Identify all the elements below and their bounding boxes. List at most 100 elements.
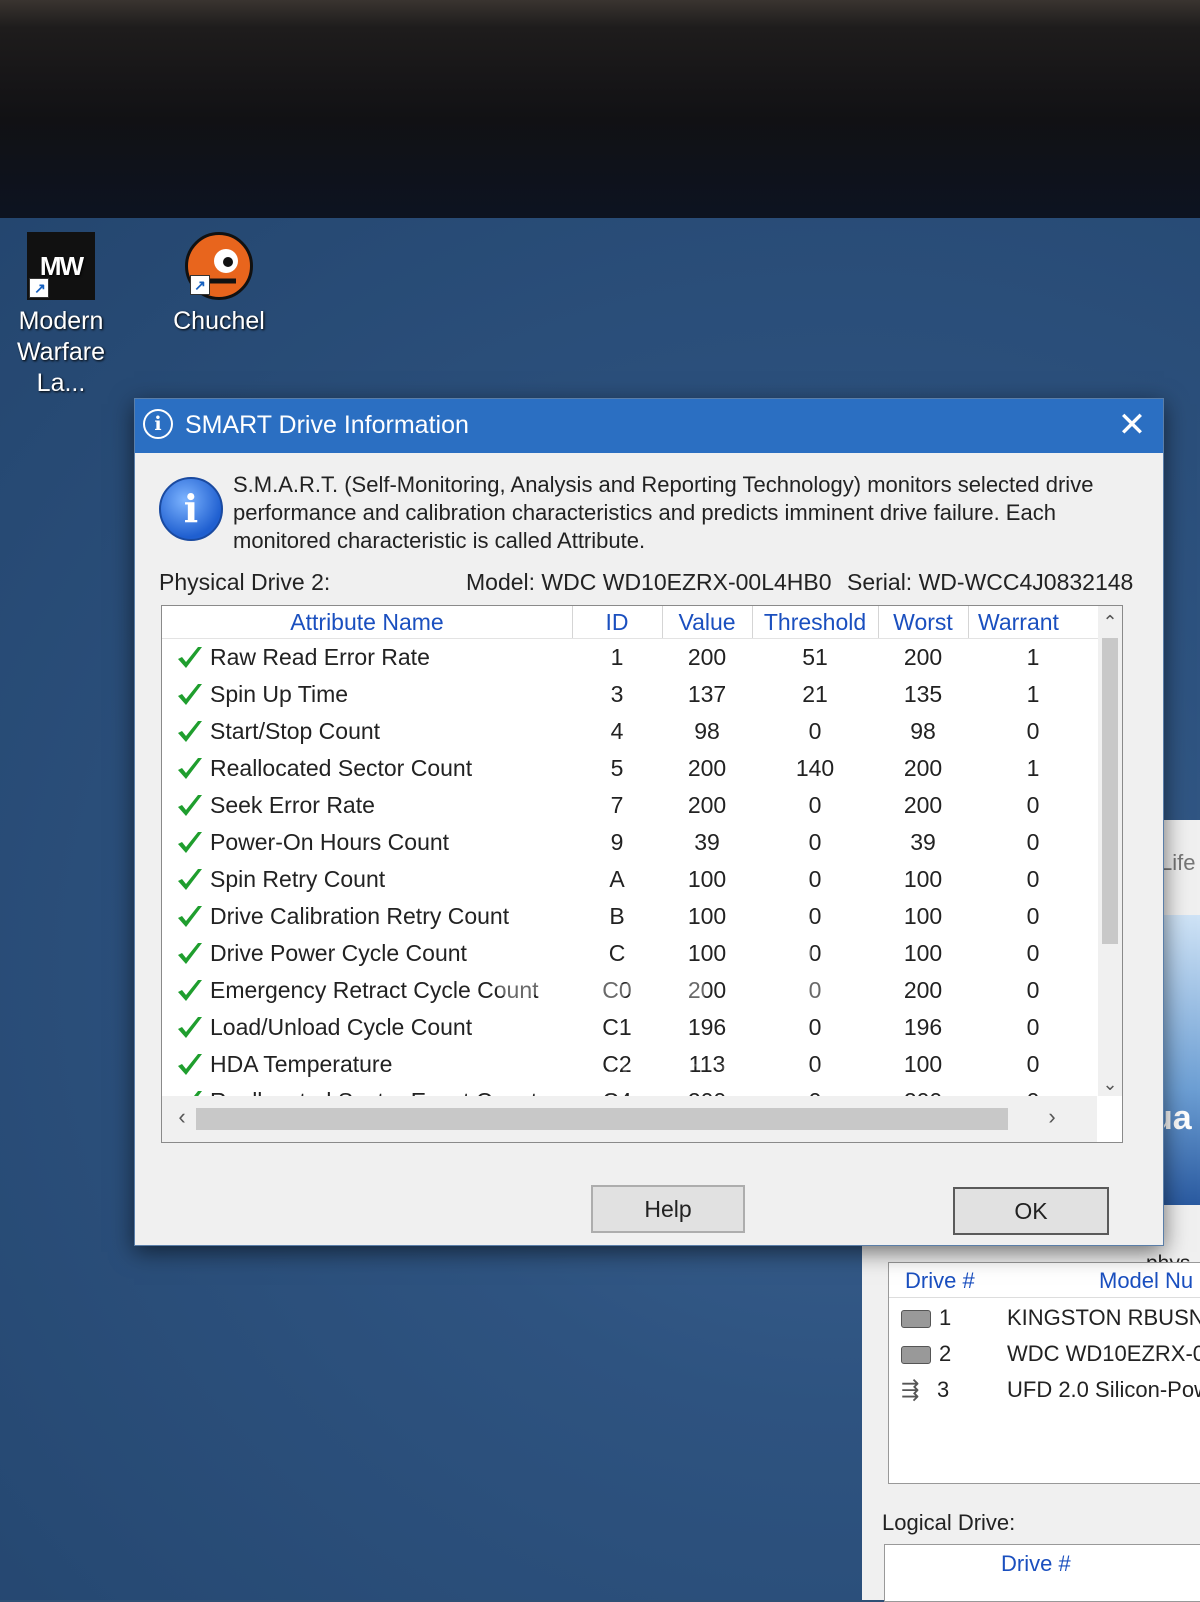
drive-serial: Serial: WD-WCC4J0832148 [847, 569, 1134, 595]
cell-attribute-name: Reallocated Sector Event Count [210, 1088, 537, 1096]
cell-value: 137 [687, 681, 727, 707]
desktop-icon-label: Chuchel [173, 307, 265, 335]
cell-warranty: 1 [1026, 681, 1040, 707]
cell-id: 9 [610, 829, 624, 855]
desktop-icon-chuchel[interactable]: ↗ Chuchel [154, 232, 284, 337]
list-item[interactable]: 1 KINGSTON RBUSN [889, 1301, 1200, 1335]
cell-id: 5 [610, 755, 624, 781]
column-drive-number[interactable]: Drive # [905, 1268, 975, 1294]
column-attribute-name[interactable]: Attribute Name [162, 606, 573, 638]
cell-id: 3 [610, 681, 624, 707]
check-icon [178, 943, 202, 964]
logical-drive-list[interactable]: Drive # [884, 1544, 1200, 1602]
cell-worst: 200 [903, 755, 943, 781]
cell-value: 200 [687, 644, 727, 670]
cell-warranty: 0 [1026, 1014, 1040, 1040]
check-icon [178, 1017, 202, 1038]
check-icon [178, 647, 202, 668]
column-value[interactable]: Value [662, 606, 753, 638]
attribute-row[interactable]: Reallocated Sector Count 5 200 140 200 1 [162, 751, 1097, 788]
usb-icon: ⇶ [901, 1377, 920, 1402]
shortcut-arrow-icon: ↗ [190, 275, 210, 295]
list-item[interactable]: 2 WDC WD10EZRX-0 [889, 1337, 1200, 1371]
attribute-list-header: Attribute Name ID Value Threshold Worst … [162, 606, 1122, 639]
logical-drive-label: Logical Drive: [882, 1510, 1016, 1535]
cell-value: 200 [687, 792, 727, 818]
cell-warranty: 0 [968, 1088, 1097, 1096]
list-item[interactable]: ⇶ 3 UFD 2.0 Silicon-Pow [889, 1373, 1200, 1407]
background-life-text: Life [1160, 850, 1196, 875]
attribute-row[interactable]: Start/Stop Count 4 98 0 98 0 [162, 714, 1097, 751]
help-button[interactable]: Help [591, 1185, 745, 1233]
watermark: au.ru [490, 862, 877, 1030]
column-warranty[interactable]: Warrant [968, 606, 1078, 638]
mw-app-icon: MW ↗ [27, 232, 95, 300]
check-icon [178, 906, 202, 927]
scroll-left-icon[interactable]: ‹ [170, 1104, 194, 1132]
attribute-row[interactable]: Seek Error Rate 7 200 0 200 0 [162, 788, 1097, 825]
cell-value: 200 [687, 755, 727, 781]
attribute-row[interactable]: Raw Read Error Rate 1 200 51 200 1 [162, 640, 1097, 677]
cell-attribute-name: Spin Up Time [210, 681, 349, 707]
check-icon [178, 721, 202, 742]
column-id[interactable]: ID [572, 606, 663, 638]
cell-value: 39 [694, 829, 720, 855]
cell-id: 1 [610, 644, 624, 670]
info-large-icon: i [159, 477, 223, 541]
cell-warranty: 0 [1026, 866, 1040, 892]
info-icon: i [143, 409, 173, 439]
cell-worst: 200 [903, 977, 943, 1003]
cell-threshold: 21 [802, 681, 828, 707]
cell-attribute-name: Seek Error Rate [210, 792, 375, 818]
cell-attribute-name: HDA Temperature [210, 1051, 393, 1077]
attribute-row[interactable]: Spin Up Time 3 137 21 135 1 [162, 677, 1097, 714]
cell-worst: 135 [903, 681, 943, 707]
background-drive-list-header: Drive # Model Nu [889, 1263, 1200, 1298]
close-icon: ✕ [1117, 406, 1147, 444]
check-icon [178, 684, 202, 705]
desktop-icon-modern-warfare[interactable]: MW ↗ Modern Warfare La... [0, 232, 126, 399]
dialog-title: SMART Drive Information [185, 411, 469, 439]
column-model-number[interactable]: Model Nu [1099, 1268, 1193, 1294]
background-drive-list[interactable]: Drive # Model Nu 1 KINGSTON RBUSN 2 WDC … [888, 1262, 1200, 1484]
cell-warranty: 0 [1026, 718, 1040, 744]
horizontal-scrollbar[interactable]: ‹ › [162, 1096, 1097, 1142]
scrollbar-thumb[interactable] [196, 1108, 1008, 1130]
cell-warranty: 0 [1026, 1051, 1040, 1077]
column-worst[interactable]: Worst [878, 606, 969, 638]
column-logical-drive-number[interactable]: Drive # [1001, 1551, 1071, 1577]
cell-attribute-name: Spin Retry Count [210, 866, 386, 892]
cell-value: 98 [694, 718, 720, 744]
cell-threshold: 0 [808, 718, 822, 744]
hdd-icon [901, 1346, 931, 1365]
cell-worst: 100 [903, 903, 943, 929]
cell-attribute-name: Drive Power Cycle Count [210, 940, 467, 966]
scroll-right-icon[interactable]: › [1040, 1104, 1064, 1132]
cell-warranty: 0 [1026, 792, 1040, 818]
dialog-titlebar[interactable]: i SMART Drive Information ✕ [135, 399, 1163, 453]
check-icon [178, 1054, 202, 1075]
cell-attribute-name: Drive Calibration Retry Count [210, 903, 510, 929]
info-description: S.M.A.R.T. (Self-Monitoring, Analysis an… [233, 472, 1094, 553]
vertical-scrollbar[interactable]: ⌃ ⌄ [1098, 606, 1122, 1096]
hdd-icon [901, 1310, 931, 1329]
cell-threshold: 0 [808, 829, 822, 855]
cell-warranty: 1 [1026, 755, 1040, 781]
close-button[interactable]: ✕ [1101, 399, 1163, 453]
cell-worst: 200 [903, 644, 943, 670]
cell-threshold: 140 [795, 755, 835, 781]
ok-button[interactable]: OK [953, 1187, 1109, 1235]
chuchel-app-icon: ↗ [185, 232, 253, 300]
attribute-row[interactable]: Power-On Hours Count 9 39 0 39 0 [162, 825, 1097, 862]
scroll-up-icon[interactable]: ⌃ [1098, 610, 1122, 634]
cell-id: 7 [610, 792, 624, 818]
scroll-down-icon[interactable]: ⌄ [1098, 1072, 1122, 1096]
drive-model: Model: WDC WD10EZRX-00L4HB0 [466, 569, 832, 595]
cell-attribute-name: Power-On Hours Count [210, 829, 450, 855]
column-threshold[interactable]: Threshold [752, 606, 879, 638]
scrollbar-thumb[interactable] [1102, 638, 1118, 944]
cell-attribute-name: Reallocated Sector Count [210, 755, 473, 781]
check-icon [178, 758, 202, 779]
cell-worst: 196 [903, 1014, 943, 1040]
cell-warranty: 0 [1026, 940, 1040, 966]
